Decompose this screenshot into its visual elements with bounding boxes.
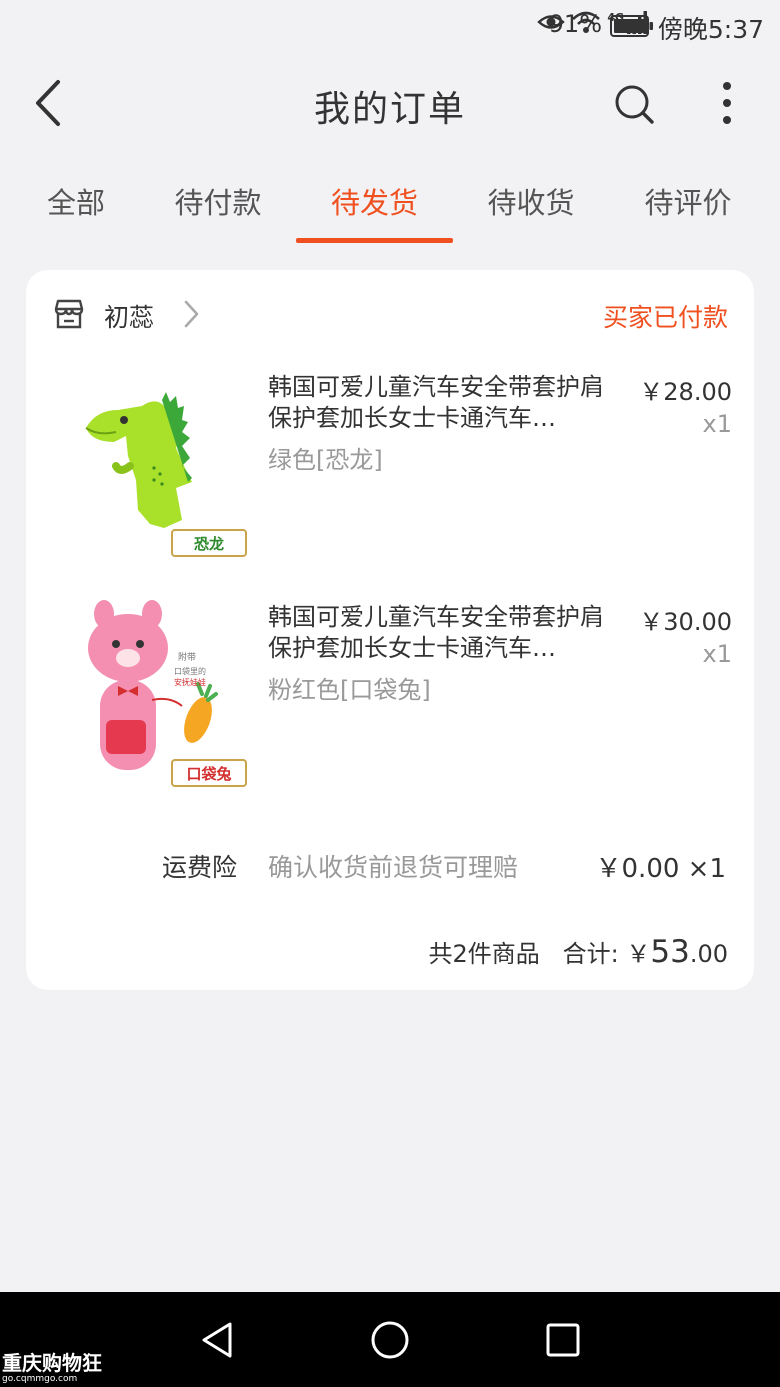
order-total: 共2件商品 合计: ￥53.00 <box>428 934 728 970</box>
chevron-right-icon <box>184 300 199 328</box>
recent-apps-icon[interactable] <box>541 1318 585 1362</box>
insurance-description: 确认收货前退货可理赔 <box>268 853 519 882</box>
total-integer: 53 <box>650 934 690 970</box>
more-options-icon[interactable] <box>712 78 742 128</box>
watermark-sub: go.cqmmgo.com <box>2 1374 78 1384</box>
product-price: ￥30.00 <box>639 608 732 636</box>
product-title[interactable]: 韩国可爱儿童汽车安全带套护肩保护套加长女士卡通汽车… <box>268 372 608 434</box>
image-label: 恐龙 <box>194 535 224 553</box>
tab-pending-payment[interactable]: 待付款 <box>140 180 296 222</box>
shipping-insurance-row: 运费险 确认收货前退货可理赔 ￥0.00 ×1 <box>26 848 754 888</box>
order-card[interactable]: 初蕊 买家已付款 恐龙 韩国可爱儿童汽车安全带套护肩保护套加长女士卡通汽车… 绿… <box>26 270 754 990</box>
active-tab-indicator <box>296 238 453 243</box>
home-circle-icon[interactable] <box>368 1318 412 1362</box>
item-count: 共2件商品 <box>428 940 540 968</box>
product-sku: 粉红色[口袋兔] <box>268 676 431 704</box>
back-triangle-icon[interactable] <box>196 1318 240 1362</box>
insurance-price: ￥0.00 ×1 <box>595 854 726 884</box>
product-title[interactable]: 韩国可爱儿童汽车安全带套护肩保护套加长女士卡通汽车… <box>268 602 608 664</box>
order-tabs: 全部 待付款 待发货 待收货 待评价 <box>0 160 780 244</box>
product-sku: 绿色[恐龙] <box>268 446 383 474</box>
tab-pending-review[interactable]: 待评价 <box>610 180 766 222</box>
store-icon <box>54 299 84 329</box>
shop-name[interactable]: 初蕊 <box>104 298 154 334</box>
battery-percent: 91% <box>548 10 602 38</box>
tab-all[interactable]: 全部 <box>0 180 152 222</box>
order-status: 买家已付款 <box>602 303 728 332</box>
image-label: 口袋兔 <box>186 765 231 783</box>
battery-icon <box>610 15 653 37</box>
image-note: 安抚娃娃 <box>174 677 206 687</box>
system-navigation-bar <box>0 1292 780 1387</box>
currency-symbol: ￥ <box>626 940 651 968</box>
search-icon[interactable] <box>612 82 656 126</box>
status-bar: 4G 91% 傍晚5:37 <box>0 0 780 52</box>
tab-pending-shipment[interactable]: 待发货 <box>296 180 453 222</box>
tab-pending-receipt[interactable]: 待收货 <box>453 180 609 222</box>
total-decimal: .00 <box>689 940 728 968</box>
total-label: 合计: <box>562 940 619 968</box>
product-image-dinosaur[interactable]: 恐龙 <box>58 370 248 560</box>
watermark-text: 重庆购物狂 <box>2 1351 102 1375</box>
clock: 傍晚5:37 <box>657 15 764 44</box>
product-quantity: x1 <box>702 410 732 438</box>
app-header: 我的订单 <box>0 52 780 156</box>
image-note: 附带 <box>178 651 196 663</box>
shop-header[interactable]: 初蕊 买家已付款 <box>26 270 754 360</box>
image-note: 口袋里的 <box>174 666 206 676</box>
product-image-bunny[interactable]: 附带 口袋里的 安抚娃娃 口袋兔 <box>58 600 248 790</box>
insurance-label: 运费险 <box>162 853 238 882</box>
product-price: ￥28.00 <box>639 378 732 406</box>
order-item[interactable]: 恐龙 韩国可爱儿童汽车安全带套护肩保护套加长女士卡通汽车… 绿色[恐龙] ￥28… <box>26 370 754 580</box>
product-quantity: x1 <box>702 640 732 668</box>
watermark: 重庆购物狂 go.cqmmgo.com <box>2 1352 102 1384</box>
page-title: 我的订单 <box>313 89 466 130</box>
order-item[interactable]: 附带 口袋里的 安抚娃娃 口袋兔 韩国可爱儿童汽车安全带套护肩保护套加长女士卡通… <box>26 600 754 810</box>
